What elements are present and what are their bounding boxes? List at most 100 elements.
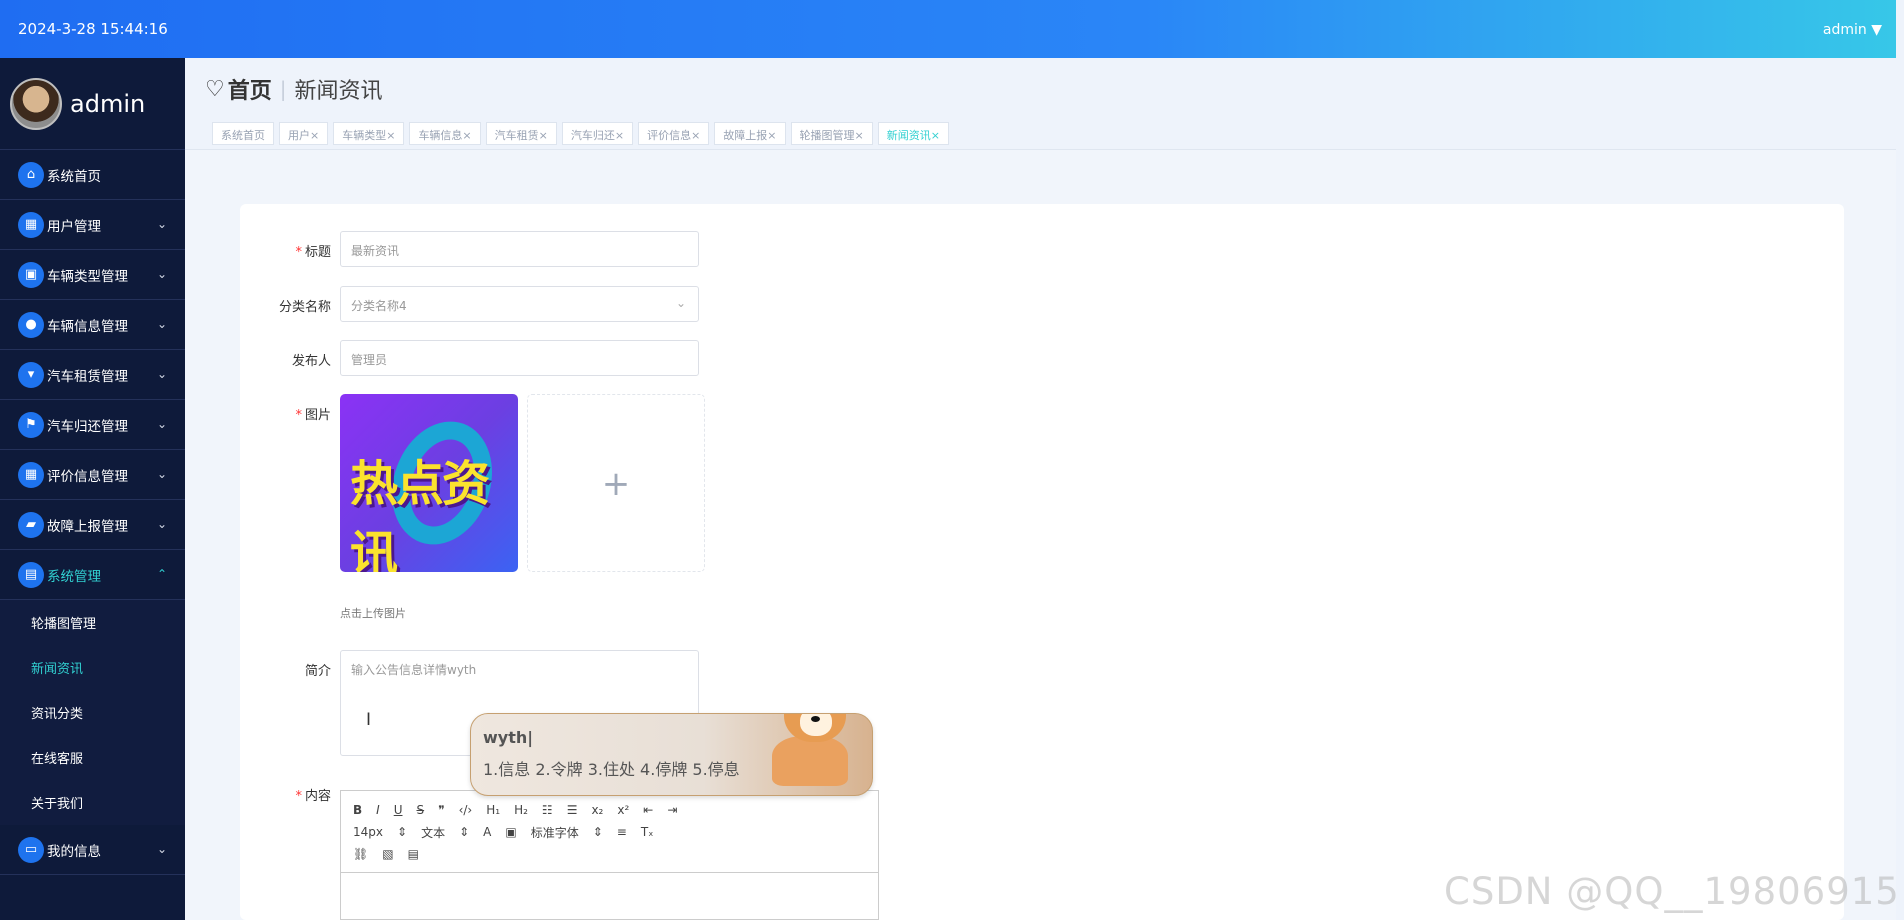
ime-input-text: wyth|: [483, 728, 534, 747]
sidebar-item-returns[interactable]: ⚑ 汽车归还管理 ⌄: [0, 400, 185, 450]
sidebar-item-vehicle-info[interactable]: ● 车辆信息管理 ⌄: [0, 300, 185, 350]
font-size-select[interactable]: 14px: [353, 825, 383, 839]
bold-icon[interactable]: B: [353, 803, 362, 817]
hot-news-image-text: 热点资讯: [350, 456, 490, 572]
tab-users[interactable]: 用户×: [279, 122, 329, 145]
add-image-button[interactable]: +: [527, 394, 705, 572]
uploaded-image[interactable]: 热点资讯: [340, 394, 518, 572]
sidebar-item-label: 系统首页: [47, 168, 101, 185]
chart-icon: ▣: [18, 261, 44, 288]
video-icon[interactable]: ▤: [408, 847, 419, 861]
sidebar-item-fault-reports[interactable]: ▰ 故障上报管理 ⌄: [0, 500, 185, 550]
tab-vehicle-types[interactable]: 车辆类型×: [333, 122, 405, 145]
input-method-candidate-window[interactable]: wyth| 1.信息 2.令牌 3.住处 4.停牌 5.停息: [470, 713, 873, 796]
indent-icon[interactable]: ⇥: [667, 803, 677, 817]
code-icon[interactable]: ‹/›: [459, 803, 473, 817]
sidebar-item-label: 评价信息管理: [47, 468, 128, 485]
underline-icon[interactable]: U: [394, 803, 403, 817]
user-menu[interactable]: admin ▼: [1823, 22, 1882, 38]
chevron-down-icon: ⌄: [156, 367, 167, 381]
submenu-item-news-category[interactable]: 资讯分类: [0, 690, 185, 735]
sidebar-item-label: 车辆类型管理: [47, 268, 128, 285]
strikethrough-icon[interactable]: S: [417, 803, 425, 817]
chevron-down-icon: ⌄: [156, 267, 167, 281]
image-icon[interactable]: ▧: [382, 847, 393, 861]
breadcrumb-home[interactable]: 首页: [228, 73, 272, 105]
chevron-down-icon: ⌄: [675, 296, 686, 310]
category-label: 分类名称: [278, 300, 331, 315]
chevron-updown-icon: ⇕: [397, 825, 408, 839]
document-icon: ▤: [18, 561, 44, 588]
plus-icon: +: [601, 464, 631, 504]
sidebar-item-home[interactable]: ⌂ 系统首页: [0, 150, 185, 200]
sidebar-item-vehicle-types[interactable]: ▣ 车辆类型管理 ⌄: [0, 250, 185, 300]
sidebar-item-label: 用户管理: [47, 218, 101, 235]
submenu-item-carousel[interactable]: 轮播图管理: [0, 600, 185, 645]
tab-system-home[interactable]: 系统首页: [212, 122, 274, 145]
link-icon[interactable]: ⛓: [353, 847, 368, 861]
tab-fault-reports[interactable]: 故障上报×: [714, 122, 786, 145]
ordered-list-icon[interactable]: ☷: [542, 803, 553, 817]
chevron-down-icon: ⌄: [156, 317, 167, 331]
bullet-list-icon[interactable]: ☰: [567, 803, 578, 817]
shiba-dog-illustration: [764, 714, 854, 786]
required-marker: *: [295, 408, 302, 423]
font-color-icon[interactable]: A: [483, 825, 491, 839]
intro-label: 简介: [304, 664, 331, 679]
required-marker: *: [295, 245, 302, 260]
background-color-icon[interactable]: ▣: [505, 825, 516, 839]
category-select[interactable]: 分类名称4 ⌄: [340, 286, 699, 322]
ime-candidates[interactable]: 1.信息 2.令牌 3.住处 4.停牌 5.停息: [483, 756, 740, 780]
title-input[interactable]: 最新资讯: [340, 231, 699, 267]
content-label: * 内容: [295, 789, 331, 804]
tab-carousel[interactable]: 轮播图管理×: [790, 122, 873, 145]
sidebar-item-rental[interactable]: ▾ 汽车租赁管理 ⌄: [0, 350, 185, 400]
sidebar-item-system[interactable]: ▤ 系统管理 ⌃: [0, 550, 185, 600]
publisher-label: 发布人: [291, 354, 331, 369]
tab-car-return[interactable]: 汽车归还×: [561, 122, 634, 145]
card-icon: ▭: [18, 836, 44, 863]
rich-text-editor[interactable]: B I U S ❞ ‹/› H₁ H₂ ☷ ☰ x₂ x² ⇤ ⇥ 14px ⇕…: [340, 790, 879, 920]
tab-car-rental[interactable]: 汽车租赁×: [485, 122, 557, 145]
sidebar-item-reviews[interactable]: ▦ 评价信息管理 ⌄: [0, 450, 185, 500]
chevron-updown-icon: ⇕: [459, 825, 470, 839]
submenu-item-online-service[interactable]: 在线客服: [0, 735, 185, 780]
heading-one-icon[interactable]: H₁: [486, 803, 500, 817]
editor-toolbar: B I U S ❞ ‹/› H₁ H₂ ☷ ☰ x₂ x² ⇤ ⇥ 14px ⇕…: [341, 791, 878, 873]
required-marker: *: [295, 789, 302, 804]
heart-icon: ♡: [205, 76, 225, 102]
sidebar-item-label: 故障上报管理: [47, 518, 128, 535]
flag-icon: ⚑: [18, 411, 44, 438]
subscript-icon[interactable]: x₂: [591, 803, 603, 817]
italic-icon[interactable]: I: [376, 803, 380, 817]
chevron-down-icon: ⌄: [156, 842, 167, 856]
upload-hint: 点击上传图片: [340, 607, 406, 620]
sidebar: admin ⌂ 系统首页 ▦ 用户管理 ⌄ ▣ 车辆类型管理 ⌄ ● 车辆信息管…: [0, 58, 185, 920]
publisher-input[interactable]: 管理员: [340, 340, 699, 376]
submenu-item-news[interactable]: 新闻资讯: [0, 645, 185, 690]
font-family-select[interactable]: 标准字体: [531, 824, 579, 841]
sidebar-item-my-info[interactable]: ▭ 我的信息 ⌄: [0, 825, 185, 875]
tab-news[interactable]: 新闻资讯×: [877, 122, 949, 145]
breadcrumb-current: 新闻资讯: [294, 79, 383, 104]
grid-icon: ▦: [18, 461, 44, 488]
sidebar-item-label: 车辆信息管理: [47, 318, 128, 335]
grid-icon: ▦: [18, 211, 44, 238]
tab-reviews[interactable]: 评价信息×: [638, 122, 710, 145]
heading-two-icon[interactable]: H₂: [514, 803, 528, 817]
submenu-item-about[interactable]: 关于我们: [0, 780, 185, 825]
text-format-select[interactable]: 文本: [421, 824, 445, 841]
sidebar-item-users[interactable]: ▦ 用户管理 ⌄: [0, 200, 185, 250]
align-icon[interactable]: ≡: [617, 825, 627, 839]
tab-vehicle-info[interactable]: 车辆信息×: [409, 122, 481, 145]
chevron-down-icon: ⌄: [156, 517, 167, 531]
superscript-icon[interactable]: x²: [617, 803, 629, 817]
chevron-up-icon: ⌃: [156, 567, 167, 581]
sidebar-item-label: 系统管理: [47, 568, 101, 585]
clear-format-icon[interactable]: Tₓ: [641, 825, 654, 839]
outdent-icon[interactable]: ⇤: [643, 803, 653, 817]
title-label: * 标题: [295, 245, 331, 260]
quote-icon[interactable]: ❞: [438, 803, 444, 817]
window-scrollbar[interactable]: [1896, 0, 1904, 920]
image-label: * 图片: [295, 408, 331, 423]
